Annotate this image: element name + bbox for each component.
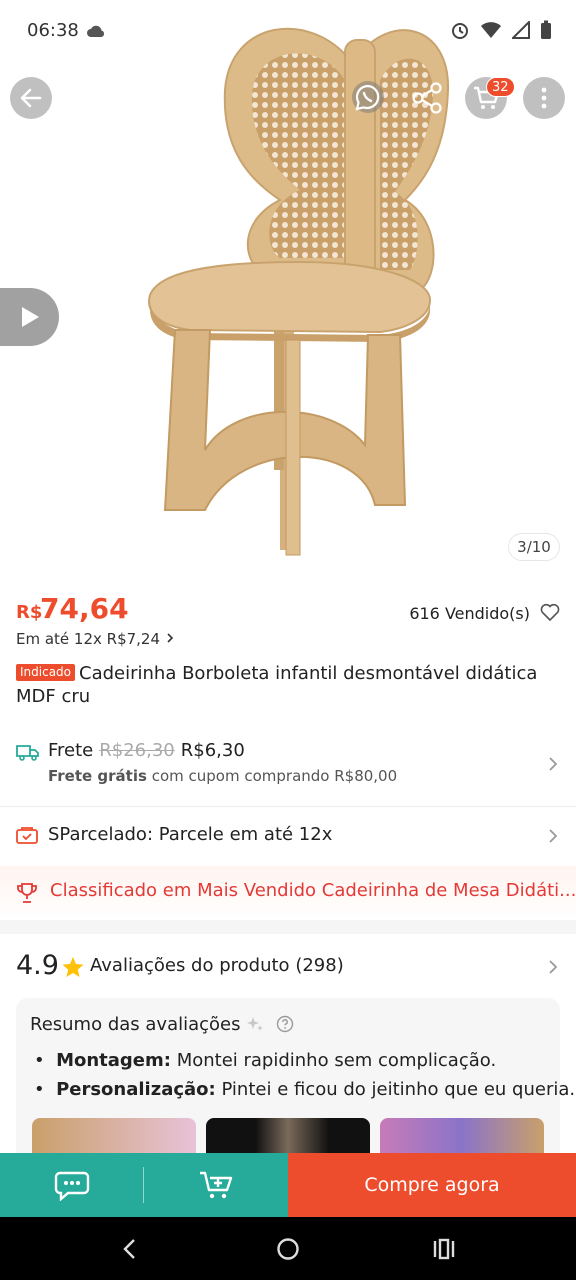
shipping-price: R$6,30 bbox=[180, 740, 245, 761]
whatsapp-button[interactable] bbox=[347, 77, 389, 119]
signal-icon bbox=[512, 21, 530, 39]
review-summary-item-text: Montei rapidinho sem complicação. bbox=[176, 1050, 497, 1071]
back-button[interactable] bbox=[10, 77, 52, 119]
trophy-icon bbox=[17, 883, 37, 903]
nav-home-icon bbox=[277, 1238, 299, 1260]
price-value: 74,64 bbox=[40, 592, 129, 625]
add-to-cart-icon bbox=[200, 1171, 233, 1199]
system-navigation-bar bbox=[0, 1217, 576, 1280]
review-summary-item-key: Personalização: bbox=[56, 1079, 216, 1100]
bestseller-ranking-text: Classificado em Mais Vendido Cadeirinha … bbox=[50, 880, 576, 901]
review-summary-title-text: Resumo das avaliações bbox=[30, 1014, 241, 1035]
nav-recents-button[interactable] bbox=[428, 1233, 460, 1265]
free-shipping-condition: com cupom comprando R$80,00 bbox=[151, 767, 398, 785]
price-currency: R$ bbox=[16, 602, 43, 623]
chat-icon bbox=[54, 1171, 90, 1201]
alarm-icon bbox=[452, 23, 468, 39]
product-title-text: Cadeirinha Borboleta infantil desmontáve… bbox=[16, 663, 538, 707]
review-summary-item-key: Montagem: bbox=[56, 1050, 171, 1071]
installment-text: Em até 12x R$7,24 bbox=[16, 630, 161, 648]
wifi-icon bbox=[481, 22, 501, 38]
status-time: 06:38 bbox=[27, 20, 79, 41]
more-vertical-icon bbox=[541, 87, 547, 109]
shipping-price-line: Frete R$26,30 R$6,30 bbox=[48, 740, 245, 761]
nav-recents-icon bbox=[433, 1238, 455, 1260]
back-arrow-icon bbox=[20, 88, 42, 108]
status-bar: 06:38 bbox=[0, 0, 576, 64]
buy-now-button[interactable]: Compre agora bbox=[288, 1153, 576, 1217]
recommended-tag: Indicado bbox=[16, 664, 76, 681]
shipping-row[interactable]: Frete R$26,30 R$6,30 Frete grátis com cupo… bbox=[0, 730, 576, 802]
review-summary-item: • Personalização: Pintei e ficou do jeit… bbox=[34, 1079, 576, 1100]
review-summary-title: Resumo das avaliações bbox=[30, 1014, 294, 1035]
nav-back-button[interactable] bbox=[114, 1233, 146, 1265]
section-separator bbox=[0, 920, 576, 934]
truck-icon bbox=[16, 745, 39, 761]
nav-back-icon bbox=[123, 1239, 135, 1259]
chevron-right-icon bbox=[167, 633, 173, 643]
rating-value: 4.9 bbox=[16, 950, 59, 981]
chevron-right-icon bbox=[549, 829, 558, 843]
play-video-button[interactable] bbox=[0, 288, 59, 346]
rating-label-text: Avaliações do produto bbox=[90, 955, 290, 976]
share-icon bbox=[412, 82, 442, 114]
chat-button[interactable] bbox=[0, 1153, 144, 1217]
free-shipping-bold: Frete grátis bbox=[48, 767, 147, 785]
share-button[interactable] bbox=[406, 77, 448, 119]
bottom-action-bar: Compre agora bbox=[0, 1153, 576, 1217]
product-title: Indicado Cadeirinha Borboleta infantil de… bbox=[16, 662, 564, 708]
shipping-old-price: R$26,30 bbox=[99, 740, 175, 761]
help-icon[interactable] bbox=[276, 1015, 294, 1033]
rating-label: Avaliações do produto (298) bbox=[90, 955, 344, 976]
review-summary-item-text: Pintei e ficou do jeitinho que eu queria… bbox=[221, 1079, 576, 1100]
product-page: 32 3/10 06:38 R$ 74,64 616 Vendido(s) Em… bbox=[0, 0, 576, 1280]
parcel-text: SParcelado: Parcele em até 12x bbox=[48, 824, 333, 845]
add-to-cart-button[interactable] bbox=[144, 1153, 288, 1217]
parcel-row[interactable]: SParcelado: Parcele em até 12x bbox=[0, 807, 576, 865]
chevron-right-icon bbox=[549, 960, 558, 974]
sold-count: 616 Vendido(s) bbox=[409, 604, 530, 623]
sparkle-icon bbox=[247, 1017, 264, 1031]
image-page-counter: 3/10 bbox=[508, 533, 560, 561]
more-button[interactable] bbox=[523, 77, 565, 119]
cart-count-badge: 32 bbox=[486, 77, 515, 97]
play-icon bbox=[21, 307, 39, 327]
installment-link[interactable]: Em até 12x R$7,24 bbox=[16, 630, 175, 648]
whatsapp-icon bbox=[352, 81, 384, 113]
rating-count: (298) bbox=[295, 955, 344, 976]
cloud-icon bbox=[87, 25, 105, 37]
review-summary-item: • Montagem: Montei rapidinho sem complic… bbox=[34, 1050, 497, 1071]
product-image[interactable]: 32 3/10 bbox=[0, 0, 576, 580]
shipping-label: Frete bbox=[48, 740, 94, 761]
ratings-header[interactable]: 4.9 Avaliações do produto (298) bbox=[0, 944, 576, 990]
nav-home-button[interactable] bbox=[272, 1233, 304, 1265]
battery-icon bbox=[541, 20, 551, 39]
star-icon bbox=[62, 957, 84, 977]
chevron-right-icon bbox=[549, 757, 558, 771]
installment-card-icon bbox=[16, 827, 38, 844]
heart-icon[interactable] bbox=[540, 603, 560, 621]
status-icons bbox=[450, 20, 552, 40]
bestseller-ranking-row[interactable]: Classificado em Mais Vendido Cadeirinha … bbox=[0, 866, 576, 920]
price-row: R$ 74,64 616 Vendido(s) bbox=[16, 592, 560, 628]
free-shipping-line: Frete grátis com cupom comprando R$80,00 bbox=[48, 767, 397, 785]
